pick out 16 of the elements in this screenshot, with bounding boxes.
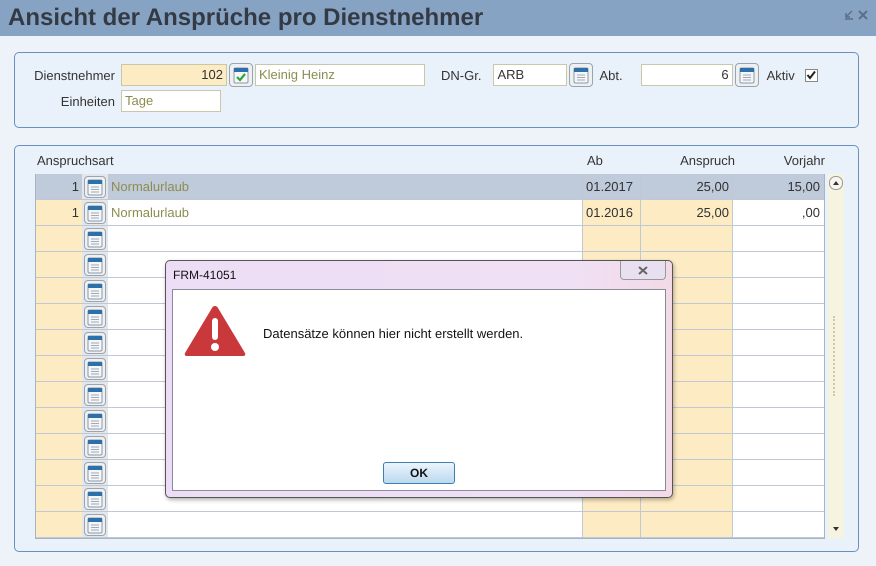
column-header: Vorjahr [782, 152, 826, 168]
column-header: Anspruchsart [36, 152, 115, 168]
dialog-message: Datensätze können hier nicht erstellt werden. [263, 326, 524, 341]
table-cell: 1 [36, 200, 82, 225]
table-cell: 01.2016 [583, 200, 641, 225]
field-label: Abt. [599, 68, 623, 82]
window-title: Ansicht der Ansprüche pro Dienstnehmer [8, 4, 484, 32]
column-header: Anspruch [679, 152, 736, 168]
field-label: Dienstnehmer [33, 68, 116, 82]
table-cell: 25,00 [641, 200, 733, 225]
field-label: Einheiten [60, 94, 116, 108]
table-cell-text: ,00 [800, 204, 821, 222]
column-header: Ab [586, 152, 604, 168]
dialog-title: FRM-41051 [173, 268, 236, 282]
field-label: DN-Gr. [441, 68, 482, 82]
field-label: Aktiv [766, 68, 795, 82]
